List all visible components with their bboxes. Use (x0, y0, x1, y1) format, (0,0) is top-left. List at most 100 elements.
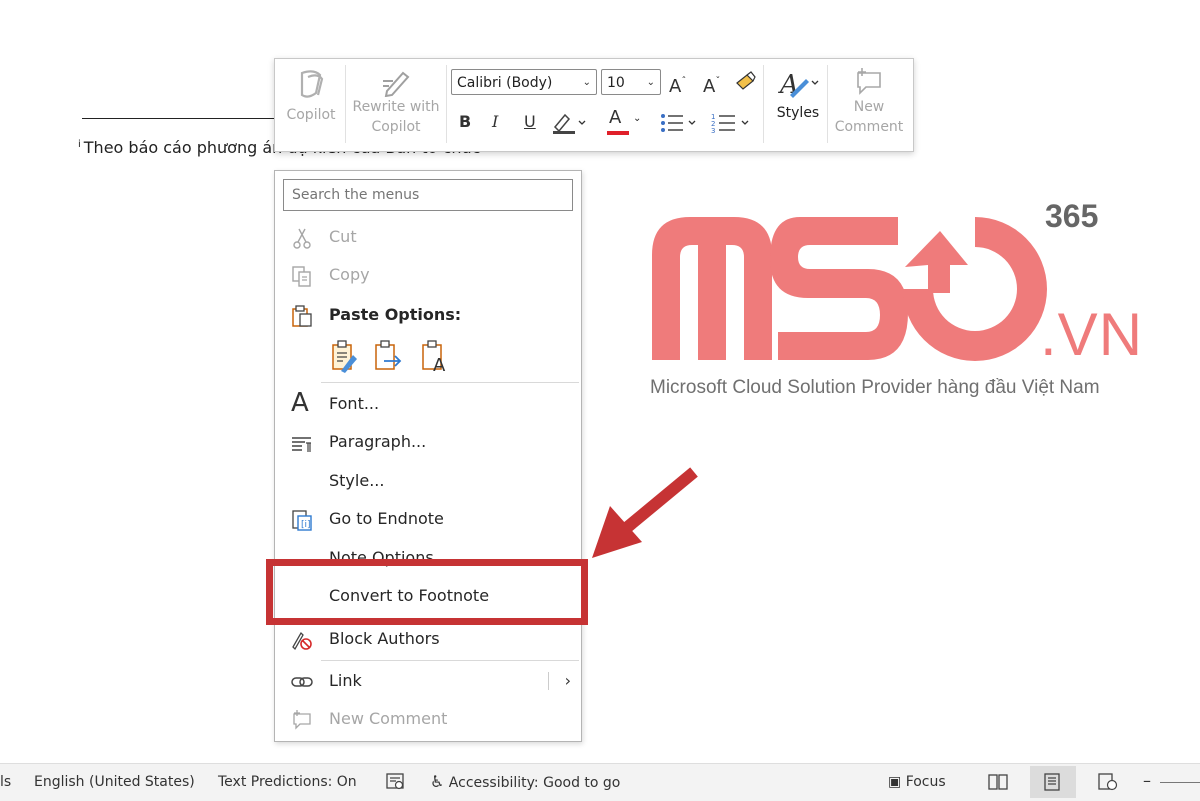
new-comment-label-1: New (853, 99, 885, 115)
styles-icon: A (778, 70, 819, 100)
focus-label: Focus (905, 774, 946, 790)
menu-item-label: Link (329, 671, 362, 690)
styles-label: Styles (776, 105, 820, 121)
svg-text:A: A (778, 70, 799, 100)
grow-font-button[interactable]: Aˆ (669, 71, 686, 98)
bold-button[interactable]: B (459, 111, 471, 133)
format-painter-icon[interactable] (733, 71, 757, 93)
paste-keep-formatting-icon (332, 340, 357, 373)
search-menus-input[interactable] (283, 179, 573, 211)
menu-separator (321, 382, 579, 383)
svg-text:A: A (433, 355, 446, 373)
paste-merge-formatting-button[interactable] (374, 339, 406, 377)
font-color-button[interactable]: A ⌄ (607, 107, 643, 137)
font-name-value: Calibri (Body) (457, 75, 553, 91)
font-size-value: 10 (607, 75, 625, 91)
paste-keep-source-formatting-button[interactable] (329, 339, 359, 377)
footnote-separator (82, 118, 282, 119)
chevron-down-icon: ⌄ (646, 77, 655, 88)
font-color-swatch (607, 131, 629, 135)
menu-item-paragraph[interactable]: Paragraph... (275, 424, 581, 460)
menu-item-label: New Comment (329, 709, 448, 728)
status-language[interactable]: English (United States) (34, 764, 195, 800)
focus-icon: ▣ (888, 774, 902, 790)
menu-item-copy[interactable]: Copy (275, 257, 581, 293)
copilot-icon (300, 70, 324, 98)
menu-item-style[interactable]: Style... (275, 463, 581, 499)
font-name-select[interactable]: Calibri (Body) ⌄ (451, 69, 597, 95)
status-partial-item[interactable]: ls (0, 764, 11, 800)
svg-text:[i]: [i] (301, 520, 311, 530)
link-icon (291, 677, 313, 687)
menu-item-label: Style... (329, 471, 385, 490)
new-comment-icon (857, 68, 881, 95)
block-authors-icon (292, 631, 312, 651)
read-mode-icon[interactable] (988, 774, 1008, 790)
zoom-out-button[interactable]: – (1143, 763, 1151, 799)
menu-item-label: Cut (329, 227, 357, 246)
svg-text:3: 3 (711, 127, 715, 135)
numbering-icon[interactable]: 1 2 3 (711, 111, 753, 135)
shrink-font-button[interactable]: Aˇ (703, 71, 720, 98)
menu-item-go-to-endnote[interactable]: [i] Go to Endnote (275, 501, 581, 537)
new-comment-button[interactable]: New Comment (829, 67, 909, 137)
print-layout-icon[interactable] (1044, 773, 1060, 791)
rewrite-with-copilot-button[interactable]: Rewrite with Copilot (349, 67, 443, 137)
chevron-down-icon: ⌄ (582, 77, 591, 88)
font-color-label: A (609, 107, 622, 128)
menu-item-label: Go to Endnote (329, 509, 444, 528)
paste-text-only-icon: A (422, 340, 446, 376)
go-to-endnote-icon: [i] (292, 510, 312, 531)
font-icon: A (291, 388, 309, 418)
menu-item-block-authors[interactable]: Block Authors (275, 621, 581, 657)
mini-toolbar: Copilot Rewrite with Copilot Calibri (Bo… (274, 58, 914, 152)
menu-item-cut[interactable]: Cut (275, 219, 581, 255)
paste-options-group: A (329, 339, 461, 377)
menu-item-label: Paragraph... (329, 432, 427, 451)
font-size-select[interactable]: 10 ⌄ (601, 69, 661, 95)
track-changes-icon[interactable] (386, 773, 406, 791)
paste-merge-formatting-icon (375, 340, 402, 370)
status-accessibility[interactable]: ♿ Accessibility: Good to go (430, 764, 620, 801)
logo-365-text: 365 (1045, 198, 1099, 234)
context-menu: Cut Copy Paste Options: (274, 170, 582, 742)
copilot-button[interactable]: Copilot (281, 67, 341, 125)
menu-item-paste-options: Paste Options: (275, 297, 581, 333)
menu-item-font[interactable]: A Font... (275, 386, 581, 422)
web-layout-icon[interactable] (1098, 773, 1118, 791)
rewrite-pencil-icon (383, 71, 410, 97)
paste-icon (292, 305, 312, 327)
italic-button[interactable]: I (492, 111, 498, 133)
paste-options-label: Paste Options: (329, 305, 462, 324)
bullets-icon[interactable] (659, 111, 699, 135)
menu-item-label: Block Authors (329, 629, 440, 648)
menu-item-new-comment[interactable]: New Comment (275, 701, 581, 737)
highlight-color-icon[interactable] (551, 111, 587, 135)
logo-vn-text: .VN (1040, 301, 1144, 368)
accessibility-icon: ♿ (430, 772, 445, 791)
menu-item-link[interactable]: Link › (275, 663, 581, 699)
menu-item-label: Font... (329, 394, 380, 413)
menu-item-label: Copy (329, 265, 370, 284)
rewrite-label-line2: Copilot (371, 119, 421, 135)
shrink-font-label: A (703, 76, 716, 97)
status-text-predictions[interactable]: Text Predictions: On (218, 764, 357, 800)
rewrite-label-line1: Rewrite with (352, 99, 440, 115)
chevron-right-icon[interactable]: › (565, 663, 571, 699)
underline-button[interactable]: U (524, 111, 536, 133)
paragraph-icon (292, 437, 311, 452)
chevron-down-icon: ⌄ (633, 113, 642, 124)
copy-icon (292, 266, 311, 287)
mso-logo (652, 217, 1047, 361)
highlight-box (266, 559, 588, 625)
styles-button[interactable]: A Styles (771, 67, 825, 121)
focus-mode-button[interactable]: ▣ Focus (888, 764, 946, 800)
paste-keep-text-only-button[interactable]: A (421, 339, 451, 377)
copilot-label: Copilot (286, 107, 336, 123)
zoom-slider-track[interactable] (1160, 782, 1200, 783)
submenu-divider (548, 672, 549, 690)
menu-separator (321, 660, 579, 661)
status-bar: ls English (United States) Text Predicti… (0, 763, 1200, 801)
footnote-marker: i (78, 139, 81, 150)
new-comment-label-2: Comment (834, 119, 904, 135)
